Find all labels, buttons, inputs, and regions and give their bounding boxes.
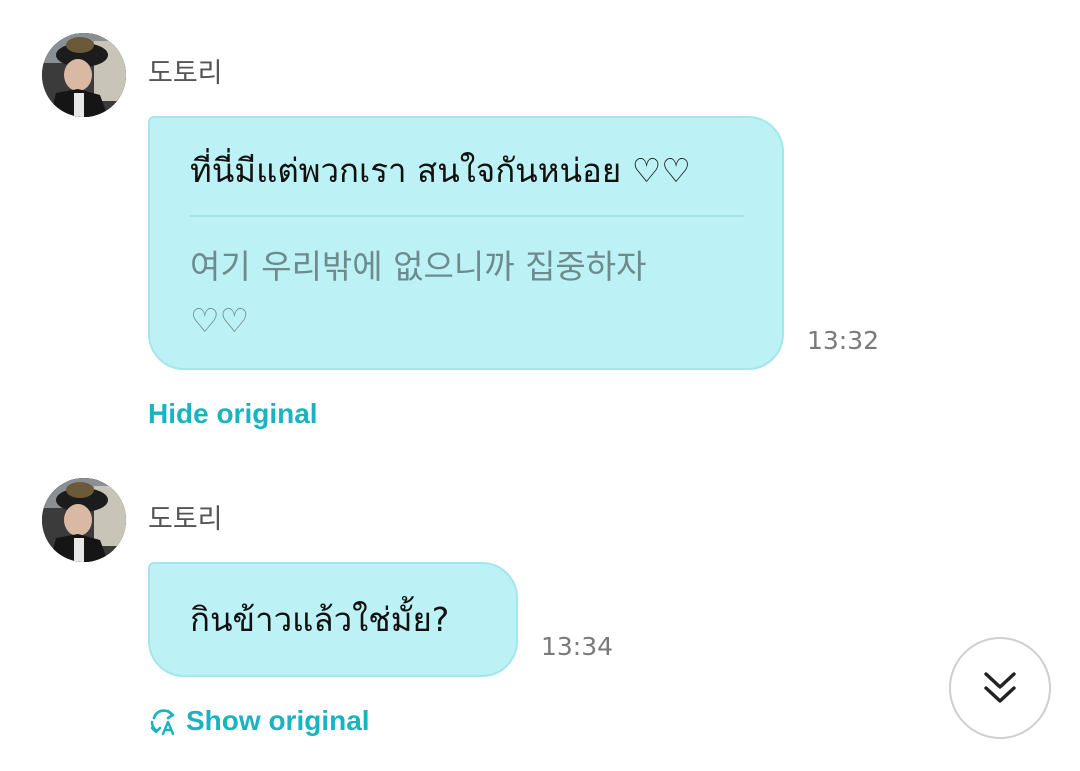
scroll-to-bottom-button[interactable] [949, 637, 1051, 739]
avatar-image [42, 33, 126, 117]
show-original-link[interactable]: Show original [148, 706, 370, 736]
avatar[interactable] [42, 33, 126, 117]
translated-text: ที่นี่มีแต่พวกเรา สนใจกันหน่อย ♡♡ [190, 151, 691, 190]
translate-refresh-icon [148, 706, 178, 736]
message-bubble[interactable]: กินข้าวแล้วใช่มั้ย? [148, 562, 518, 677]
avatar-image [42, 478, 126, 562]
show-original-label: Show original [186, 705, 370, 736]
sender-name: 도토리 [148, 504, 223, 535]
double-chevron-down-icon [978, 666, 1022, 710]
message-bubble[interactable]: ที่นี่มีแต่พวกเรา สนใจกันหน่อย ♡♡ 여기 우리밖… [148, 116, 784, 370]
original-text-line: 여기 우리밖에 없으니까 집중하자 [190, 247, 647, 286]
original-text-line: ♡♡ [190, 301, 250, 340]
message-time: 13:34 [541, 632, 614, 661]
hide-original-label: Hide original [148, 398, 318, 429]
chat-view: 도토리 ที่นี่มีแต่พวกเรา สนใจกันหน่อย ♡♡ 여기… [0, 0, 1080, 771]
message-time: 13:32 [807, 326, 880, 355]
divider [190, 215, 744, 217]
sender-name: 도토리 [148, 58, 223, 89]
translated-text: กินข้าวแล้วใช่มั้ย? [190, 600, 450, 639]
avatar[interactable] [42, 478, 126, 562]
original-text: 여기 우리밖에 없으니까 집중하자 ♡♡ [190, 240, 647, 348]
hide-original-link[interactable]: Hide original [148, 400, 318, 428]
